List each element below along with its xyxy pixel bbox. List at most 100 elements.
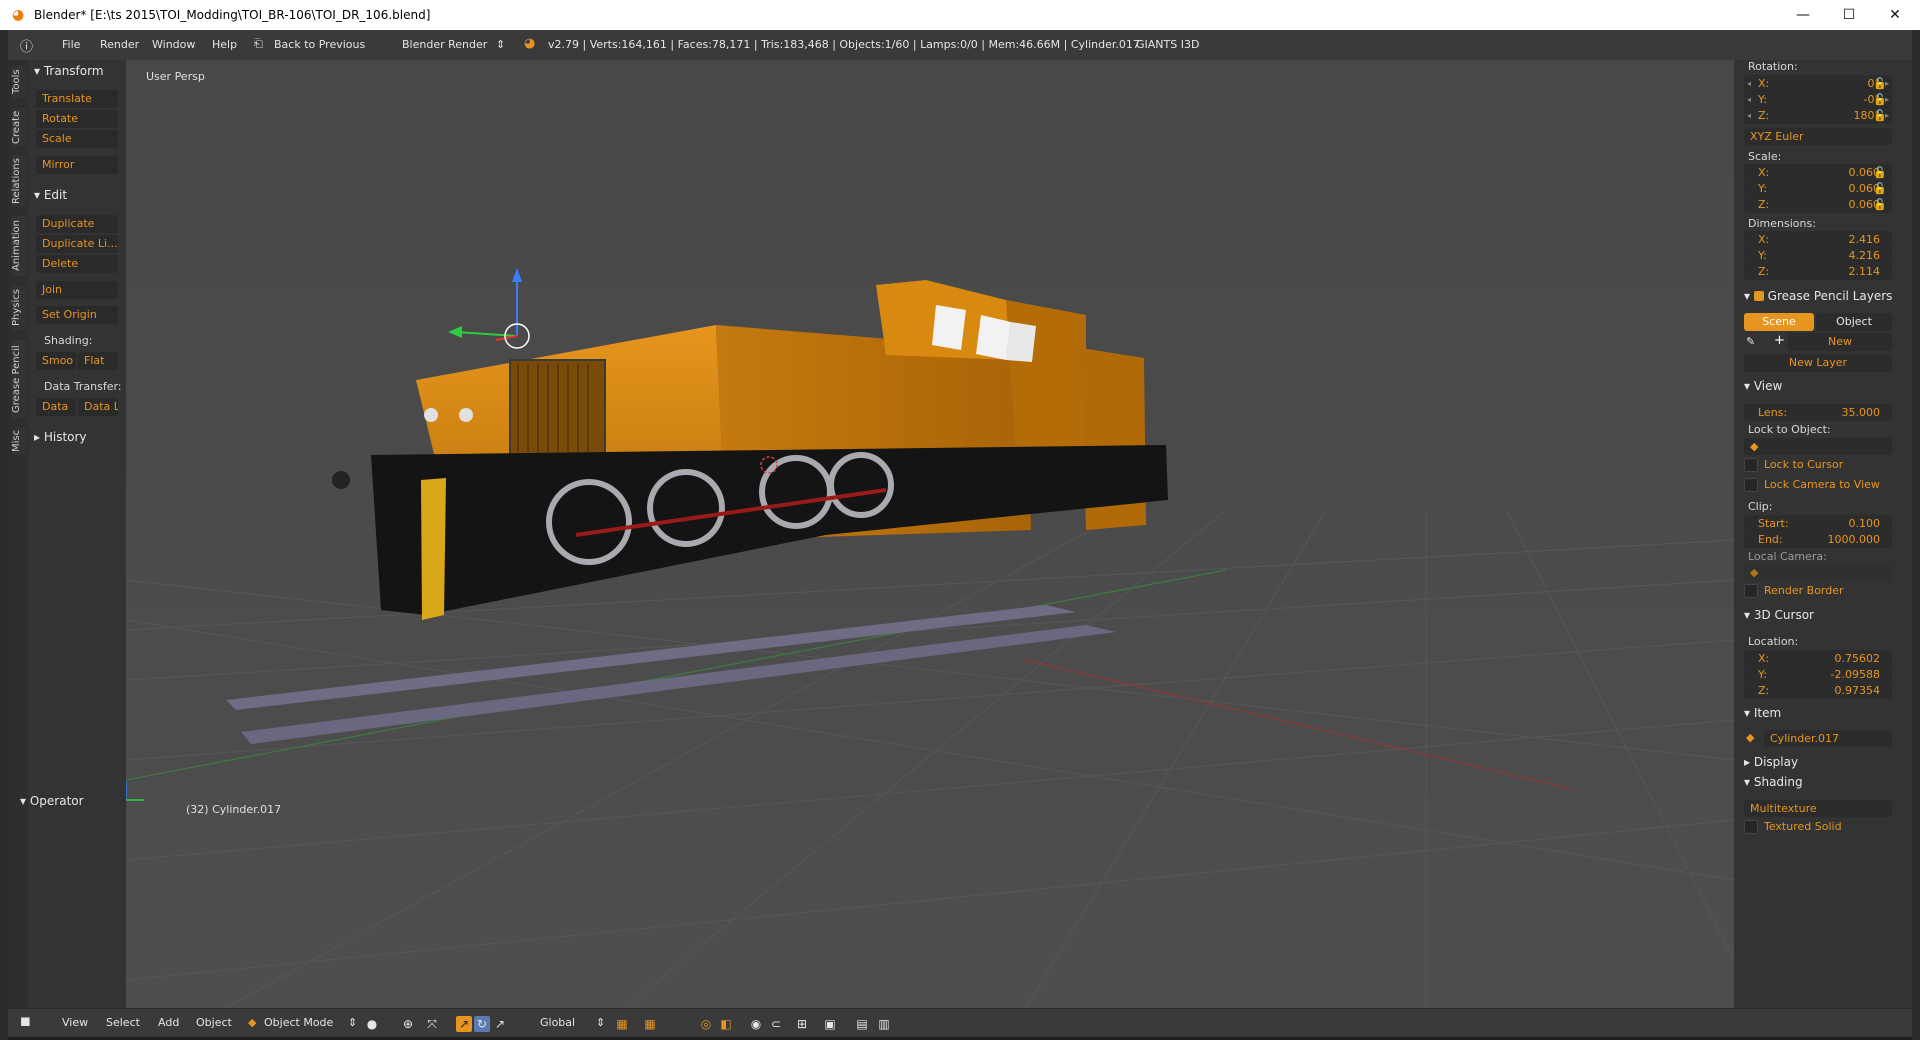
tab-physics[interactable]: Physics	[10, 284, 28, 332]
item-name-field[interactable]: Cylinder.017	[1764, 730, 1892, 747]
properties-sidebar: Rotation: ◂ X: 0° ▸ ◂ Y: -0° ▸ ◂ Z: 180° ▸ 🔓 🔓 🔓 …	[1734, 60, 1912, 1008]
shading-mode-select[interactable]: Multitexture	[1744, 800, 1892, 817]
lock-scale-z-icon[interactable]: 🔓	[1868, 196, 1892, 213]
tab-misc[interactable]: Misc	[10, 426, 28, 456]
translate-manipulator-icon[interactable]: ↗	[456, 1016, 472, 1032]
snap-toggle-icon[interactable]: ◉	[748, 1016, 764, 1032]
tab-tools[interactable]: Tools	[10, 64, 28, 100]
snap-target-icon[interactable]: ⊞	[794, 1016, 810, 1032]
grease-pencil-panel-header[interactable]: ▾ Grease Pencil Layers	[1744, 289, 1892, 303]
shading-panel-header[interactable]: ▾ Shading	[1744, 775, 1803, 789]
lock-scale-y-icon[interactable]: 🔓	[1868, 180, 1892, 197]
layer-icon[interactable]: ▦	[614, 1016, 630, 1032]
menu-render[interactable]: Render	[100, 38, 139, 51]
duplicate-linked-button[interactable]: Duplicate Li...	[36, 235, 118, 253]
menu-object[interactable]: Object	[196, 1016, 232, 1029]
pivot-point-icon[interactable]: ⊕	[400, 1016, 416, 1032]
edit-panel-header[interactable]: ▾ Edit	[34, 188, 67, 202]
cursor-z-field[interactable]: Z: 0.97354	[1744, 682, 1892, 699]
layers-grid-icon[interactable]: ▦	[642, 1016, 658, 1032]
close-button[interactable]: ✕	[1872, 0, 1918, 30]
back-to-previous-button[interactable]: Back to Previous	[274, 38, 365, 51]
duplicate-button[interactable]: Duplicate	[36, 215, 118, 233]
opengl-render-icon[interactable]: ▤	[854, 1016, 870, 1032]
scale-button[interactable]: Scale	[36, 130, 118, 148]
new-layer-button[interactable]: New Layer	[1744, 354, 1892, 372]
local-camera-field[interactable]: ◆	[1744, 564, 1892, 581]
lock-rotation-z-icon[interactable]: 🔓	[1868, 107, 1892, 124]
menu-file[interactable]: File	[62, 38, 80, 51]
shade-flat-button[interactable]: Flat	[78, 352, 118, 370]
menu-add[interactable]: Add	[158, 1016, 179, 1029]
lock-to-cursor-checkbox[interactable]	[1744, 458, 1758, 472]
item-panel-header[interactable]: ▾ Item	[1744, 706, 1781, 720]
render-preview-icon[interactable]: ▣	[822, 1016, 838, 1032]
cursor-x-field[interactable]: X: 0.75602	[1744, 650, 1892, 667]
mirror-button[interactable]: Mirror	[36, 156, 118, 174]
proportional-edit-icon[interactable]: ◎	[698, 1016, 714, 1032]
render-engine-select[interactable]: Blender Render	[402, 38, 487, 51]
viewport-shading-icon[interactable]: ●	[364, 1016, 380, 1032]
set-origin-button[interactable]: Set Origin	[36, 306, 118, 324]
view-panel-header[interactable]: ▾ View	[1744, 379, 1782, 393]
rotate-button[interactable]: Rotate	[36, 110, 118, 128]
grease-scene-button[interactable]: Scene	[1744, 313, 1814, 331]
render-border-checkbox[interactable]	[1744, 584, 1758, 598]
tab-grease-pencil[interactable]: Grease Pencil	[10, 338, 28, 420]
3d-cursor-panel-header[interactable]: ▾ 3D Cursor	[1744, 608, 1814, 622]
clip-end-field[interactable]: End: 1000.000	[1744, 531, 1892, 548]
clip-start-field[interactable]: Start: 0.100	[1744, 515, 1892, 532]
transform-orientation-select[interactable]: Global	[540, 1016, 575, 1029]
add-icon[interactable]: +	[1774, 333, 1785, 348]
tab-relations[interactable]: Relations	[10, 154, 28, 208]
menu-window[interactable]: Window	[152, 38, 195, 51]
magnet-icon[interactable]: ⊂	[768, 1016, 784, 1032]
menu-view[interactable]: View	[62, 1016, 88, 1029]
tab-animation[interactable]: Animation	[10, 214, 28, 278]
cursor-y-field[interactable]: Y: -2.09588	[1744, 666, 1892, 683]
tab-create[interactable]: Create	[10, 106, 28, 148]
menu-select[interactable]: Select	[106, 1016, 140, 1029]
opengl-animation-icon[interactable]: ▥	[876, 1016, 892, 1032]
minimize-button[interactable]: —	[1780, 0, 1826, 30]
lock-camera-checkbox[interactable]	[1744, 478, 1758, 492]
menu-help[interactable]: Help	[212, 38, 237, 51]
scale-manipulator-icon[interactable]: ↗	[492, 1016, 508, 1032]
rotation-label: Rotation:	[1748, 60, 1798, 73]
lock-object-field[interactable]: ◆	[1744, 438, 1892, 455]
snap-element-icon[interactable]: ◧	[718, 1016, 734, 1032]
manipulator-toggle-icon[interactable]: ⤧	[424, 1016, 440, 1032]
transform-panel-header[interactable]: ▾ Transform	[34, 64, 104, 78]
grease-pencil-enable-checkbox[interactable]	[1753, 291, 1764, 301]
info-editor-icon[interactable]: ⓘ	[20, 36, 33, 55]
editor-type-cube-icon[interactable]: ◼	[20, 1014, 31, 1029]
rotation-mode-select[interactable]: XYZ Euler	[1744, 128, 1892, 145]
data-transfer-button[interactable]: Data	[36, 398, 76, 416]
rotate-manipulator-icon[interactable]: ↻	[474, 1016, 490, 1032]
lock-rotation-x-icon[interactable]: 🔓	[1868, 75, 1892, 92]
shade-smooth-button[interactable]: Smoo	[36, 352, 76, 370]
history-panel-header[interactable]: ▸ History	[34, 430, 87, 444]
rotation-x-key: X:	[1758, 77, 1770, 90]
maximize-button[interactable]: ☐	[1826, 0, 1872, 30]
grease-new-button[interactable]: New	[1788, 333, 1892, 351]
lens-field[interactable]: Lens: 35.000	[1744, 404, 1892, 421]
giants-i3d-menu[interactable]: GIANTS I3D	[1136, 38, 1199, 51]
join-button[interactable]: Join	[36, 281, 118, 299]
dimension-y-field[interactable]: Y: 4.216	[1744, 247, 1892, 264]
3d-viewport[interactable]: User Persp (32) Cylinder.017	[126, 60, 1734, 1008]
object-mode-select[interactable]: Object Mode	[264, 1016, 333, 1029]
operator-panel-header[interactable]: ▾ Operator	[20, 794, 84, 808]
dimension-x-field[interactable]: X: 2.416	[1744, 231, 1892, 248]
translate-button[interactable]: Translate	[36, 90, 118, 108]
data-layout-button[interactable]: Data L	[78, 398, 118, 416]
grease-object-button[interactable]: Object	[1816, 313, 1892, 331]
item-cube-icon: ◆	[1746, 731, 1755, 744]
dimension-z-field[interactable]: Z: 2.114	[1744, 263, 1892, 280]
display-panel-header[interactable]: ▸ Display	[1744, 755, 1798, 769]
left-window-frame	[0, 30, 8, 1040]
lock-scale-x-icon[interactable]: 🔓	[1868, 164, 1892, 181]
textured-solid-checkbox[interactable]	[1744, 820, 1758, 834]
delete-button[interactable]: Delete	[36, 255, 118, 273]
lock-rotation-y-icon[interactable]: 🔓	[1868, 91, 1892, 108]
